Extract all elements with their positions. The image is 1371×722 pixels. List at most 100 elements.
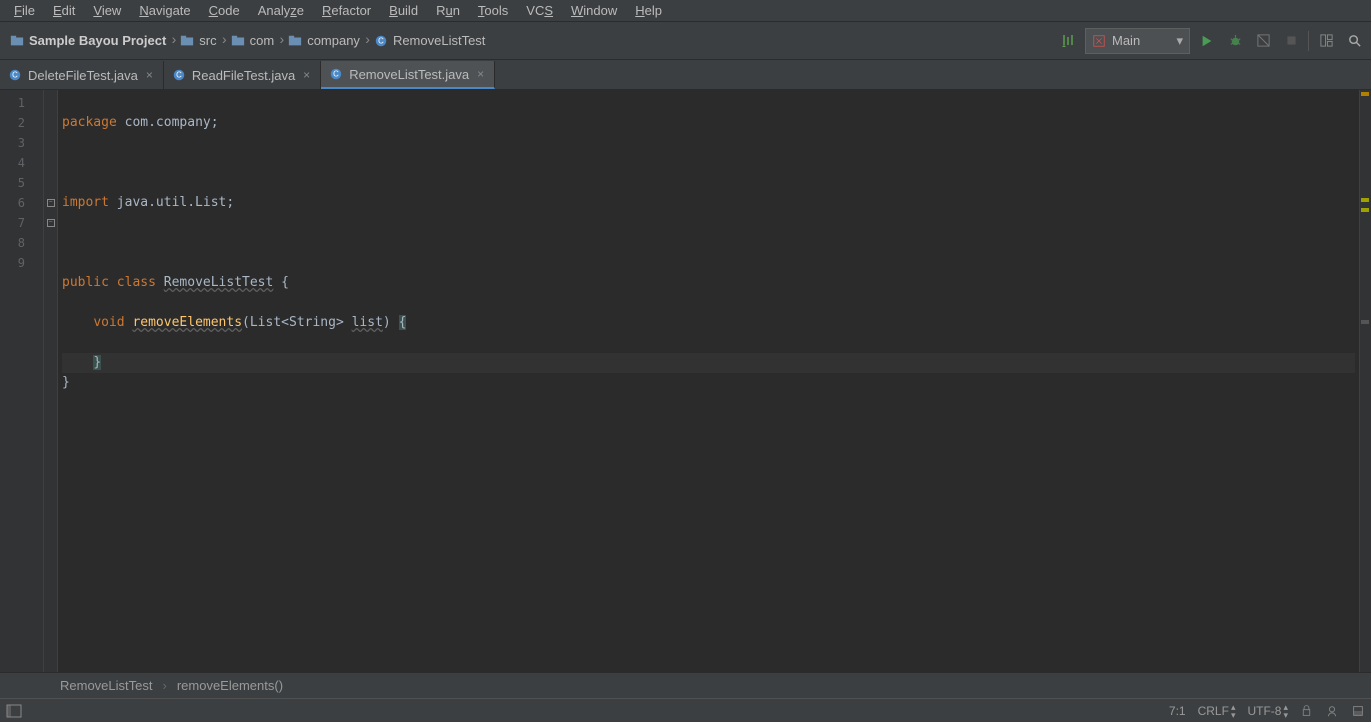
menu-refactor[interactable]: Refactor	[314, 1, 379, 20]
line-separator[interactable]: CRLF▴▾	[1198, 703, 1236, 719]
readonly-toggle-icon[interactable]	[1300, 704, 1313, 717]
project-structure-button[interactable]	[1315, 30, 1337, 52]
menu-run[interactable]: Run	[428, 1, 468, 20]
toolbar: Sample Bayou Project src com company C R…	[0, 22, 1371, 60]
line-number: 7	[0, 213, 43, 233]
keyword: void	[93, 315, 124, 330]
tab-readfiletest[interactable]: C ReadFileTest.java ×	[164, 61, 321, 89]
search-everywhere-button[interactable]	[1343, 30, 1365, 52]
line-number: 4	[0, 153, 43, 173]
tool-window-toggle-icon[interactable]	[6, 703, 22, 719]
menu-file[interactable]: File	[6, 1, 43, 20]
crumb-file[interactable]: C RemoveListTest	[370, 28, 495, 54]
caret-position[interactable]: 7:1	[1169, 704, 1186, 718]
menu-build[interactable]: Build	[381, 1, 426, 20]
menu-window[interactable]: Window	[563, 1, 625, 20]
breadcrumbs: Sample Bayou Project src com company C R…	[6, 28, 1057, 54]
method-name: removeElements	[132, 315, 242, 330]
tab-removelisttest[interactable]: C RemoveListTest.java ×	[321, 61, 495, 89]
svg-text:C: C	[333, 70, 339, 79]
line-number: 9	[0, 253, 43, 273]
hector-icon[interactable]	[1325, 704, 1339, 718]
line-number: 3	[0, 133, 43, 153]
class-name: RemoveListTest	[164, 275, 274, 290]
chevron-right-icon: ›	[156, 678, 172, 693]
code-editor[interactable]: package com.company; import java.util.Li…	[58, 90, 1359, 672]
info-marker[interactable]	[1361, 320, 1369, 324]
crumb-label: RemoveListTest	[393, 33, 485, 48]
warning-marker[interactable]	[1361, 208, 1369, 212]
warning-marker[interactable]	[1361, 92, 1369, 96]
menu-vcs[interactable]: VCS	[518, 1, 561, 20]
menu-help[interactable]: Help	[627, 1, 670, 20]
crumb-src[interactable]: src	[176, 28, 226, 54]
brace-highlight: }	[93, 355, 101, 370]
menu-edit[interactable]: Edit	[45, 1, 83, 20]
fold-toggle-icon[interactable]: −	[47, 199, 55, 207]
close-icon[interactable]: ×	[301, 68, 312, 82]
keyword: public	[62, 275, 109, 290]
separator	[1308, 31, 1309, 51]
svg-text:C: C	[176, 71, 182, 80]
close-icon[interactable]: ×	[144, 68, 155, 82]
breadcrumb-method[interactable]: removeElements()	[177, 678, 283, 693]
java-class-icon: C	[329, 67, 343, 81]
folder-icon	[231, 34, 245, 48]
crumb-company[interactable]: company	[284, 28, 370, 54]
run-config-selector[interactable]: Main ▾	[1085, 28, 1190, 54]
run-config-label: Main	[1112, 33, 1140, 48]
tab-deletefiletest[interactable]: C DeleteFileTest.java ×	[0, 61, 164, 89]
toolbar-actions: Main ▾	[1057, 28, 1365, 54]
stop-button[interactable]	[1280, 30, 1302, 52]
status-bar: 7:1 CRLF▴▾ UTF-8▴▾	[0, 698, 1371, 722]
crumb-com[interactable]: com	[227, 28, 285, 54]
project-icon	[10, 34, 24, 48]
java-class-icon: C	[374, 34, 388, 48]
menu-code[interactable]: Code	[201, 1, 248, 20]
code-text: com.company;	[117, 115, 219, 130]
code-breadcrumb: RemoveListTest › removeElements()	[0, 672, 1371, 698]
breadcrumb-class[interactable]: RemoveListTest	[60, 678, 152, 693]
svg-text:C: C	[12, 71, 18, 80]
debug-button[interactable]	[1224, 30, 1246, 52]
line-number: 5	[0, 173, 43, 193]
error-stripe[interactable]	[1359, 90, 1371, 672]
crumb-label: src	[199, 33, 216, 48]
crumb-label: company	[307, 33, 360, 48]
menu-navigate[interactable]: Navigate	[131, 1, 198, 20]
crumb-project-label: Sample Bayou Project	[29, 33, 166, 48]
java-class-icon: C	[172, 68, 186, 82]
brace-highlight: {	[399, 315, 407, 330]
editor-area: 1 2 3 4 5 6 7 8 9 − − package com.compan…	[0, 90, 1371, 672]
memory-indicator-icon[interactable]	[1351, 704, 1365, 718]
code-text: List<String>	[250, 315, 344, 330]
run-config-icon	[1092, 34, 1106, 48]
menu-analyze[interactable]: Analyze	[250, 1, 312, 20]
close-icon[interactable]: ×	[475, 67, 486, 81]
menu-view[interactable]: View	[85, 1, 129, 20]
crumb-label: com	[250, 33, 275, 48]
warning-marker[interactable]	[1361, 198, 1369, 202]
line-number: 2	[0, 113, 43, 133]
line-number-gutter[interactable]: 1 2 3 4 5 6 7 8 9	[0, 90, 44, 672]
keyword: class	[117, 275, 156, 290]
chevron-down-icon: ▾	[1176, 33, 1183, 49]
coverage-button[interactable]	[1252, 30, 1274, 52]
file-encoding[interactable]: UTF-8▴▾	[1247, 703, 1288, 719]
sort-icon: ▴▾	[1283, 703, 1288, 719]
fold-gutter[interactable]: − −	[44, 90, 58, 672]
code-text: )	[383, 315, 399, 330]
run-button[interactable]	[1196, 30, 1218, 52]
menu-tools[interactable]: Tools	[470, 1, 516, 20]
code-text: (	[242, 315, 250, 330]
svg-text:C: C	[378, 36, 384, 45]
fold-toggle-icon[interactable]: −	[47, 219, 55, 227]
line-number: 8	[0, 233, 43, 253]
crumb-project[interactable]: Sample Bayou Project	[6, 28, 176, 54]
tab-label: RemoveListTest.java	[349, 67, 469, 82]
folder-icon	[180, 34, 194, 48]
tab-label: DeleteFileTest.java	[28, 68, 138, 83]
update-project-icon[interactable]	[1057, 30, 1079, 52]
editor-tabs: C DeleteFileTest.java × C ReadFileTest.j…	[0, 60, 1371, 90]
menu-bar: File Edit View Navigate Code Analyze Ref…	[0, 0, 1371, 22]
